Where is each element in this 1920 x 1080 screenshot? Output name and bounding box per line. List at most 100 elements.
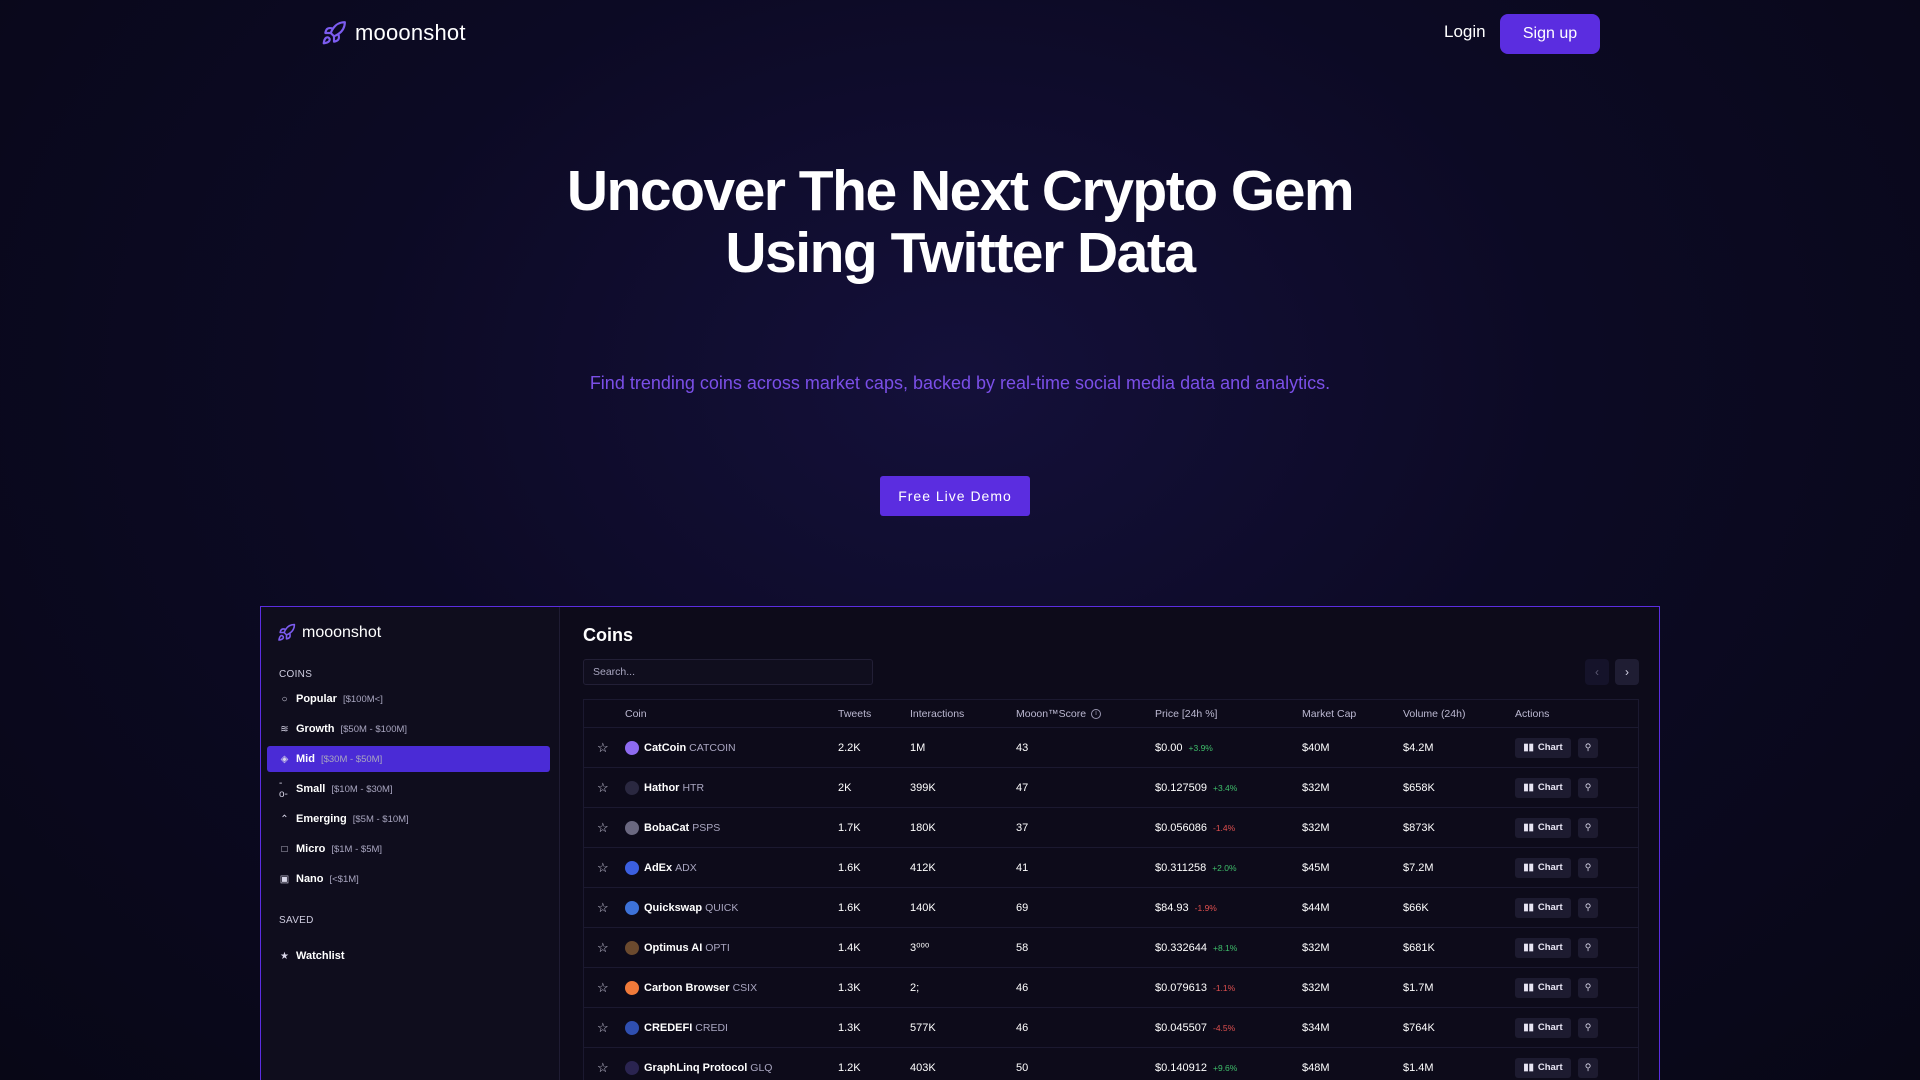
chart-button[interactable]: ▮▮ Chart bbox=[1515, 777, 1571, 798]
free-live-demo-button[interactable]: Free Live Demo bbox=[880, 476, 1030, 516]
star-icon[interactable]: ☆ bbox=[597, 740, 609, 756]
chart-button[interactable]: ▮▮ Chart bbox=[1515, 937, 1571, 958]
market-cap-value: $34M bbox=[1302, 1021, 1330, 1034]
coin-logo-icon bbox=[625, 740, 639, 755]
table-row[interactable]: ☆ GraphLinq Protocol GLQ 1.2K 403K 50 $0.14091… bbox=[584, 1048, 1638, 1080]
coin-cell[interactable]: Quickswap QUICK bbox=[625, 888, 738, 927]
table-row[interactable]: ☆ AdEx ADX 1.6K 412K 41 $0.311258 +2.0% $45M $7.2… bbox=[584, 848, 1638, 888]
table-row[interactable]: ☆ Quickswap QUICK 1.6K 140K 69 $84.93 -1.9% $44M… bbox=[584, 888, 1638, 928]
col-header-coin[interactable]: Coin bbox=[625, 700, 647, 727]
star-icon[interactable]: ☆ bbox=[597, 980, 609, 996]
search-icon[interactable]: ⚲ bbox=[1578, 857, 1598, 878]
table-row[interactable]: ☆ Carbon Browser CSIX 1.3K 2; 46 $0.079613 -1.1… bbox=[584, 968, 1638, 1008]
coin-cell[interactable]: CatCoin CATCOIN bbox=[625, 728, 736, 767]
price-change: +2.0% bbox=[1212, 862, 1237, 873]
table-row[interactable]: ☆ Optimus AI OPTI 1.4K 3⁰⁰⁰ 58 $0.332644 +8.1% $… bbox=[584, 928, 1638, 968]
sidebar-item-range: [$50M - $100M] bbox=[340, 723, 408, 735]
coin-cell[interactable]: AdEx ADX bbox=[625, 848, 697, 887]
chart-button[interactable]: ▮▮ Chart bbox=[1515, 977, 1571, 998]
coin-cell[interactable]: CREDEFI CREDI bbox=[625, 1008, 728, 1047]
sidebar-item-popular[interactable]: ○ Popular [$100M<] bbox=[267, 686, 550, 712]
coin-symbol: CATCOIN bbox=[689, 741, 736, 754]
coin-cell[interactable]: Carbon Browser CSIX bbox=[625, 968, 757, 1007]
sidebar-item-emerging[interactable]: ⌃ Emerging [$5M - $10M] bbox=[267, 806, 550, 832]
score-value: 46 bbox=[1016, 1021, 1029, 1034]
search-icon[interactable]: ⚲ bbox=[1578, 737, 1598, 758]
table-row[interactable]: ☆ CatCoin CATCOIN 2.2K 1M 43 $0.00 +3.9% $40M $4.… bbox=[584, 728, 1638, 768]
table-row[interactable]: ☆ BobaCat PSPS 1.7K 180K 37 $0.056086 -1.4% $32M… bbox=[584, 808, 1638, 848]
interactions-value: 180K bbox=[910, 821, 936, 834]
col-header-tweets[interactable]: Tweets bbox=[838, 700, 871, 727]
chart-button[interactable]: ▮▮ Chart bbox=[1515, 1057, 1571, 1078]
table-row[interactable]: ☆ CREDEFI CREDI 1.3K 577K 46 $0.045507 -4.5% $34… bbox=[584, 1008, 1638, 1048]
star-icon[interactable]: ☆ bbox=[597, 1020, 609, 1036]
price-cell: $0.079613 -1.1% bbox=[1155, 968, 1235, 1007]
search-icon[interactable]: ⚲ bbox=[1578, 1057, 1598, 1078]
col-header-interactions[interactable]: Interactions bbox=[910, 700, 964, 727]
star-icon[interactable]: ☆ bbox=[597, 860, 609, 876]
chart-button[interactable]: ▮▮ Chart bbox=[1515, 897, 1571, 918]
table-header: Coin Tweets Interactions Mooon™Score i P… bbox=[584, 700, 1638, 728]
search-input[interactable] bbox=[583, 659, 873, 685]
search-icon[interactable]: ⚲ bbox=[1578, 897, 1598, 918]
bar-chart-icon: ▮▮ bbox=[1523, 742, 1534, 753]
coin-logo-icon bbox=[625, 1020, 639, 1035]
sidebar-item-micro[interactable]: □ Micro [$1M - $5M] bbox=[267, 836, 550, 862]
col-header-volume[interactable]: Volume (24h) bbox=[1403, 700, 1465, 727]
score-value: 43 bbox=[1016, 741, 1029, 754]
bar-chart-icon: ▮▮ bbox=[1523, 982, 1534, 993]
prev-page-button[interactable]: ‹ bbox=[1585, 659, 1609, 685]
chart-button[interactable]: ▮▮ Chart bbox=[1515, 1017, 1571, 1038]
volume-value: $873K bbox=[1403, 821, 1435, 834]
col-header-price[interactable]: Price [24h %] bbox=[1155, 700, 1217, 727]
layers-icon: ≋ bbox=[280, 723, 289, 735]
coin-name: BobaCat bbox=[644, 821, 690, 834]
price-value: $0.079613 bbox=[1155, 981, 1207, 994]
chart-button-label: Chart bbox=[1537, 822, 1563, 833]
top-nav: mooonshot Login Sign up bbox=[0, 0, 1920, 66]
tweets-value: 2K bbox=[838, 781, 852, 794]
login-link[interactable]: Login bbox=[1444, 22, 1486, 42]
star-icon[interactable]: ☆ bbox=[597, 1060, 609, 1076]
star-icon[interactable]: ☆ bbox=[597, 940, 609, 956]
signup-button[interactable]: Sign up bbox=[1500, 14, 1600, 54]
sidebar-item-nano[interactable]: ▣ Nano [<$1M] bbox=[267, 866, 550, 892]
search-icon[interactable]: ⚲ bbox=[1578, 1017, 1598, 1038]
search-icon[interactable]: ⚲ bbox=[1578, 937, 1598, 958]
actions-cell: ▮▮ Chart ⚲ bbox=[1515, 768, 1598, 807]
chart-button[interactable]: ▮▮ Chart bbox=[1515, 737, 1571, 758]
next-page-button[interactable]: › bbox=[1615, 659, 1639, 685]
market-cap-value: $40M bbox=[1302, 741, 1330, 754]
sidebar-brand[interactable]: mooonshot bbox=[277, 623, 381, 642]
coin-cell[interactable]: Hathor HTR bbox=[625, 768, 704, 807]
bar-chart-icon: ▮▮ bbox=[1523, 862, 1534, 873]
sidebar-item-small[interactable]: -o- Small [$10M - $30M] bbox=[267, 776, 550, 802]
coin-name: Quickswap bbox=[644, 901, 703, 914]
sidebar-item-growth[interactable]: ≋ Growth [$50M - $100M] bbox=[267, 716, 550, 742]
search-icon[interactable]: ⚲ bbox=[1578, 817, 1598, 838]
table-row[interactable]: ☆ Hathor HTR 2K 399K 47 $0.127509 +3.4% $32M $658… bbox=[584, 768, 1638, 808]
actions-cell: ▮▮ Chart ⚲ bbox=[1515, 888, 1598, 927]
sidebar-item-watchlist[interactable]: ★ Watchlist bbox=[267, 943, 550, 969]
coin-cell[interactable]: Optimus AI OPTI bbox=[625, 928, 730, 967]
coin-name: CREDEFI bbox=[644, 1021, 693, 1034]
star-icon[interactable]: ☆ bbox=[597, 780, 609, 796]
coin-cell[interactable]: GraphLinq Protocol GLQ bbox=[625, 1048, 772, 1080]
sidebar-item-mid[interactable]: ◈ Mid [$30M - $50M] bbox=[267, 746, 550, 772]
col-header-market-cap[interactable]: Market Cap bbox=[1302, 700, 1356, 727]
actions-cell: ▮▮ Chart ⚲ bbox=[1515, 808, 1598, 847]
col-header-score[interactable]: Mooon™Score i bbox=[1016, 700, 1102, 727]
search-icon[interactable]: ⚲ bbox=[1578, 777, 1598, 798]
coin-cell[interactable]: BobaCat PSPS bbox=[625, 808, 720, 847]
sidebar-brand-name: mooonshot bbox=[302, 623, 382, 641]
star-icon[interactable]: ☆ bbox=[597, 900, 609, 916]
coin-logo-icon bbox=[625, 1060, 639, 1075]
price-value: $0.127509 bbox=[1155, 781, 1207, 794]
brand-logo[interactable]: mooonshot bbox=[321, 20, 466, 46]
chart-button[interactable]: ▮▮ Chart bbox=[1515, 817, 1571, 838]
info-icon[interactable]: i bbox=[1091, 708, 1102, 719]
chart-button[interactable]: ▮▮ Chart bbox=[1515, 857, 1571, 878]
star-icon[interactable]: ☆ bbox=[597, 820, 609, 836]
search-icon[interactable]: ⚲ bbox=[1578, 977, 1598, 998]
interactions-value: 1M bbox=[910, 741, 926, 754]
